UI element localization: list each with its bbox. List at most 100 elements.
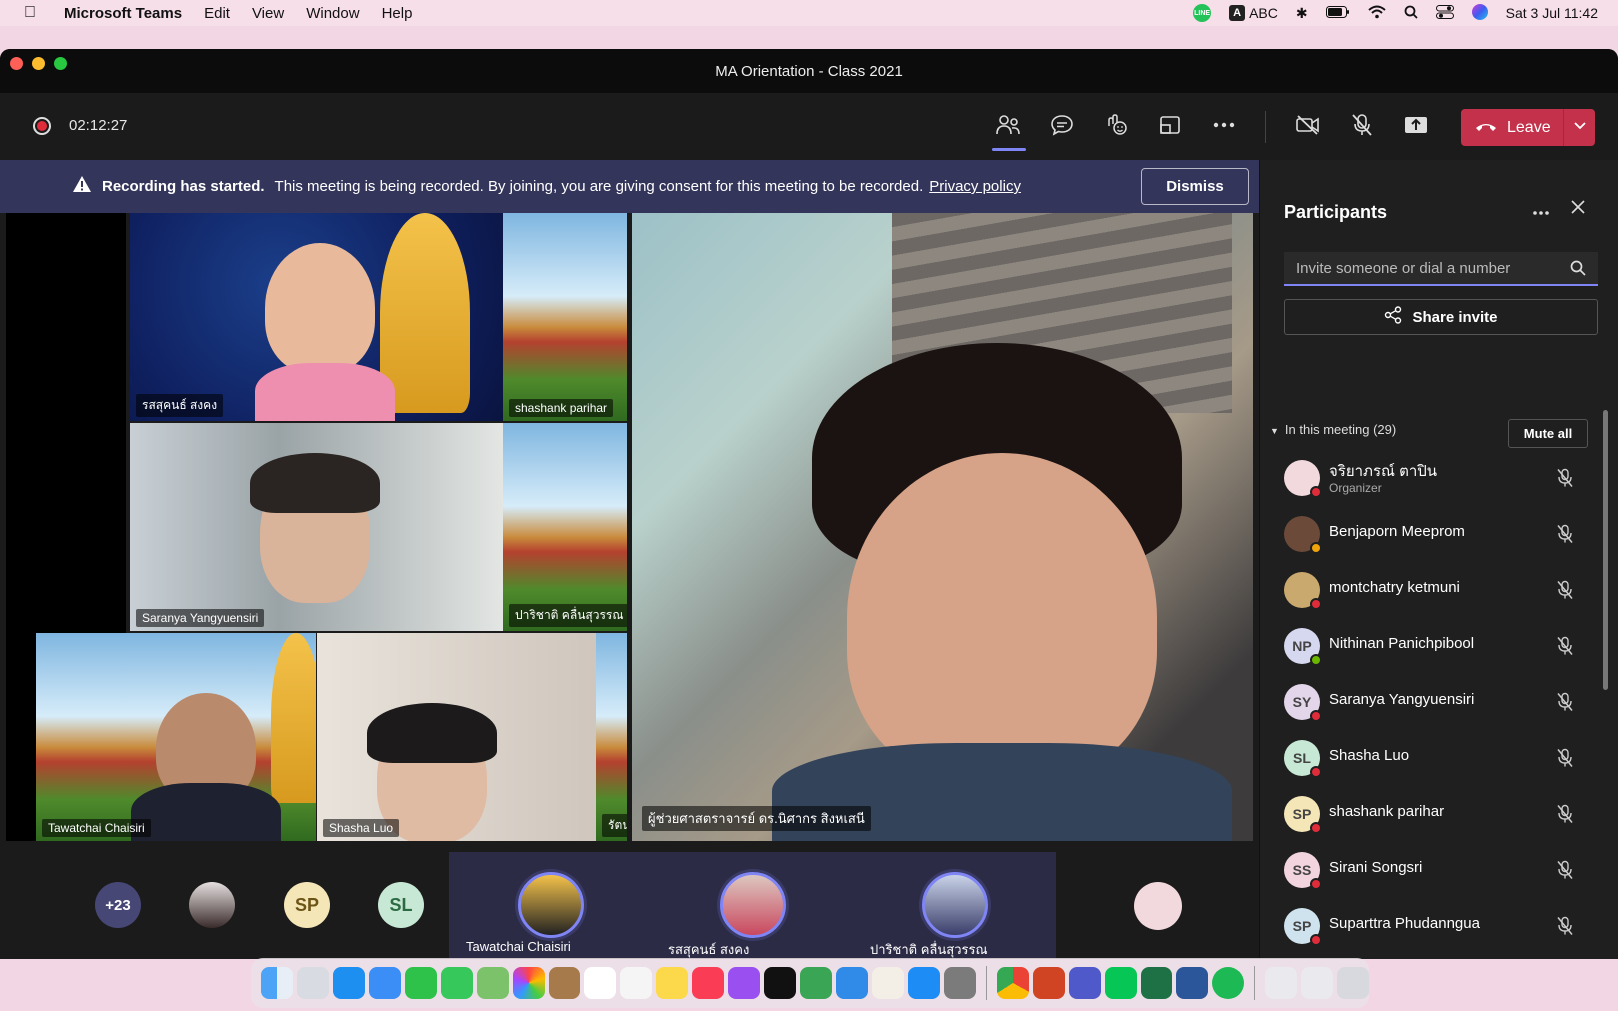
word-icon[interactable] <box>1176 967 1209 999</box>
speaking-avatar[interactable] <box>518 872 584 938</box>
reactions-icon[interactable] <box>1098 107 1134 143</box>
mic-muted-icon[interactable] <box>1556 692 1574 717</box>
menu-app-name[interactable]: Microsoft Teams <box>64 5 182 22</box>
spotlight-search-icon[interactable] <box>1404 5 1418 22</box>
panel-scrollbar[interactable] <box>1603 410 1608 690</box>
recent-window-icon[interactable] <box>1301 967 1334 999</box>
mail-icon[interactable] <box>368 967 401 999</box>
participant-row[interactable]: SY Saranya Yangyuensiri <box>1260 674 1618 730</box>
siri-icon[interactable] <box>1471 3 1488 23</box>
panel-more-icon[interactable] <box>1532 200 1550 221</box>
participant-row[interactable]: Benjaporn Meeprom <box>1260 506 1618 562</box>
bluetooth-icon[interactable]: ✱ <box>1296 5 1308 22</box>
video-tile[interactable]: รสสุคนธ์ สงคง <box>130 213 503 421</box>
participant-avatar[interactable] <box>1134 882 1182 930</box>
apple-tv-icon[interactable] <box>764 967 797 999</box>
invite-input[interactable] <box>1284 252 1598 286</box>
participant-row[interactable]: NP Nithinan Panichpibool <box>1260 618 1618 674</box>
excel-icon[interactable] <box>1140 967 1173 999</box>
participant-row[interactable]: SP Suparttra Phudanngua <box>1260 898 1618 954</box>
control-center-icon[interactable] <box>1435 4 1454 22</box>
close-icon[interactable] <box>1570 198 1586 221</box>
mic-muted-icon[interactable] <box>1556 916 1574 941</box>
close-window-icon[interactable] <box>10 57 23 70</box>
leave-button[interactable]: Leave <box>1461 109 1595 146</box>
calendar-icon[interactable] <box>584 967 617 999</box>
video-tile[interactable]: Saranya Yangyuensiri <box>130 423 503 631</box>
messages-icon[interactable] <box>440 967 473 999</box>
teams-icon[interactable] <box>1068 967 1101 999</box>
video-tile[interactable]: รัตน <box>596 633 627 841</box>
participant-avatar[interactable] <box>189 882 235 928</box>
input-source-indicator[interactable]: A ABC <box>1229 5 1278 21</box>
mic-muted-icon[interactable] <box>1556 748 1574 773</box>
menu-view[interactable]: View <box>252 5 284 22</box>
numbers-icon[interactable] <box>800 967 832 999</box>
chat-icon[interactable] <box>1044 107 1080 143</box>
view-layout-icon[interactable] <box>1152 107 1188 143</box>
contacts-icon[interactable] <box>548 967 581 999</box>
video-tile[interactable]: Tawatchai Chaisiri <box>36 633 316 841</box>
participants-icon[interactable] <box>990 107 1026 151</box>
chevron-down-icon[interactable] <box>1573 116 1587 139</box>
participant-row[interactable]: montchatry ketmuni <box>1260 562 1618 618</box>
system-preferences-icon[interactable] <box>943 967 976 999</box>
facetime-icon[interactable] <box>404 967 437 999</box>
menu-help[interactable]: Help <box>382 5 413 22</box>
mic-muted-icon[interactable] <box>1556 580 1574 605</box>
safari-icon[interactable] <box>332 967 365 999</box>
share-invite-button[interactable]: Share invite <box>1284 299 1598 335</box>
trash-icon[interactable] <box>1337 967 1370 999</box>
music-icon[interactable] <box>692 967 725 999</box>
participant-row[interactable]: SL Shasha Luo <box>1260 730 1618 786</box>
mic-muted-icon[interactable] <box>1556 468 1574 493</box>
line-status-icon[interactable]: LINE <box>1193 4 1212 22</box>
participant-avatar[interactable]: SL <box>378 882 424 928</box>
chrome-icon[interactable] <box>996 967 1029 999</box>
search-icon[interactable] <box>1570 260 1586 281</box>
powerpoint-icon[interactable] <box>1032 967 1065 999</box>
zoom-window-icon[interactable] <box>54 57 67 70</box>
video-tile[interactable]: shashank parihar <box>503 213 627 421</box>
camera-off-icon[interactable] <box>1290 107 1326 143</box>
mic-off-icon[interactable] <box>1344 107 1380 143</box>
participant-row[interactable]: SS Sirani Songsri <box>1260 842 1618 898</box>
spotify-icon[interactable] <box>1212 967 1245 999</box>
menubar-datetime[interactable]: Sat 3 Jul 11:42 <box>1506 5 1598 21</box>
reminders-icon[interactable] <box>620 967 653 999</box>
more-participants-button[interactable]: +23 <box>95 882 141 928</box>
wifi-icon[interactable] <box>1367 5 1386 22</box>
photos-icon[interactable] <box>512 967 545 999</box>
speaking-avatar[interactable] <box>922 872 988 938</box>
notes-icon[interactable] <box>656 967 689 999</box>
pages-icon[interactable] <box>871 967 904 999</box>
menu-edit[interactable]: Edit <box>204 5 230 22</box>
podcasts-icon[interactable] <box>728 967 761 999</box>
app-store-icon[interactable] <box>907 967 940 999</box>
recent-window-icon[interactable] <box>1265 967 1298 999</box>
line-icon[interactable] <box>1104 967 1137 999</box>
active-speaker-video[interactable]: ผู้ช่วยศาสตราจารย์ ดร.นิศากร สิงหเสนี <box>632 213 1253 841</box>
dismiss-button[interactable]: Dismiss <box>1141 168 1249 205</box>
apple-icon[interactable]:  <box>24 4 40 22</box>
participant-row[interactable]: SP shashank parihar <box>1260 786 1618 842</box>
maps-icon[interactable] <box>476 967 509 999</box>
battery-icon[interactable] <box>1325 5 1350 21</box>
participant-row[interactable]: จริยาภรณ์ ตาปิน Organizer <box>1260 450 1618 506</box>
participant-avatar[interactable]: SP <box>284 882 330 928</box>
menu-window[interactable]: Window <box>306 5 359 22</box>
mic-muted-icon[interactable] <box>1556 636 1574 661</box>
launchpad-icon[interactable] <box>296 967 329 999</box>
mic-muted-icon[interactable] <box>1556 524 1574 549</box>
video-tile[interactable]: ปาริชาติ คลื่นสุวรรณ <box>503 423 627 631</box>
share-screen-icon[interactable] <box>1398 107 1434 143</box>
finder-icon[interactable] <box>261 967 293 999</box>
mic-muted-icon[interactable] <box>1556 860 1574 885</box>
minimize-window-icon[interactable] <box>32 57 45 70</box>
more-actions-icon[interactable] <box>1206 107 1242 143</box>
video-tile[interactable]: Shasha Luo <box>317 633 596 841</box>
privacy-policy-link[interactable]: Privacy policy <box>929 178 1021 195</box>
mute-all-button[interactable]: Mute all <box>1508 419 1588 448</box>
keynote-icon[interactable] <box>836 967 868 999</box>
speaking-avatar[interactable] <box>720 872 786 938</box>
